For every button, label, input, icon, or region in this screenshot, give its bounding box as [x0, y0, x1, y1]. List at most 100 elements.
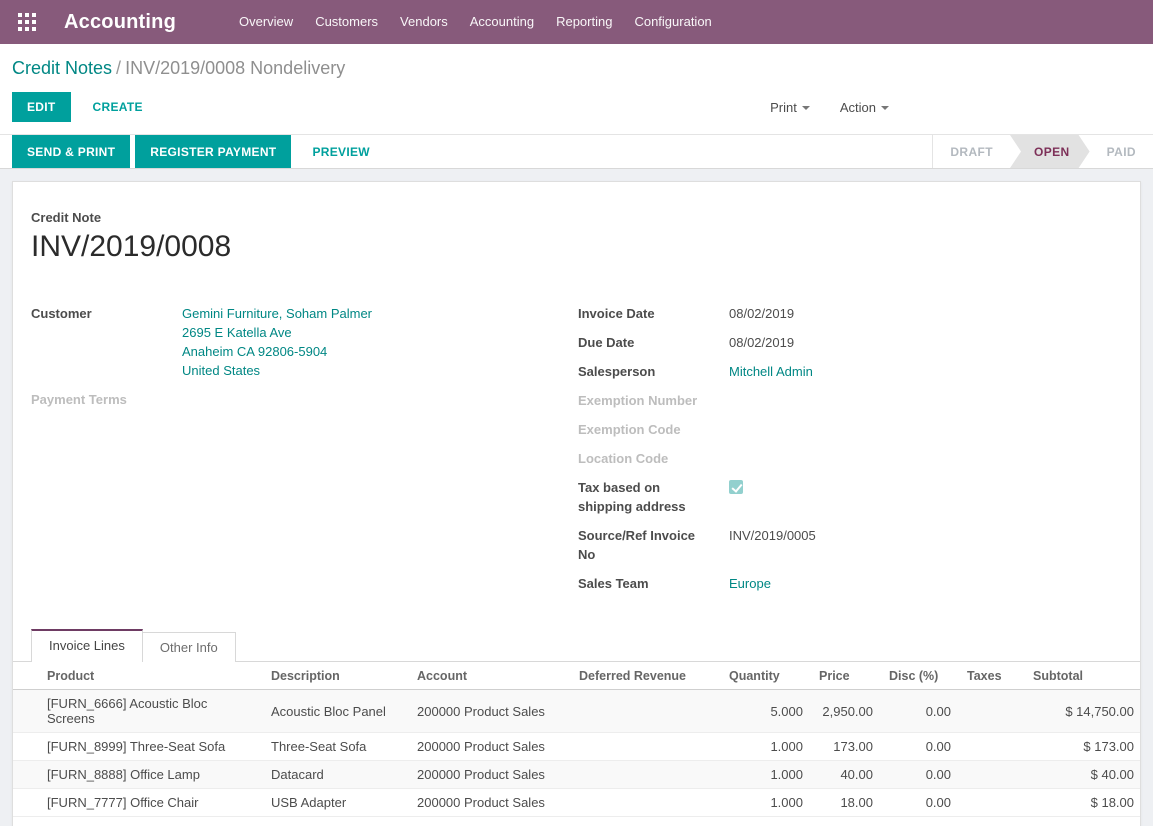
discount-cell: 0.00 [881, 690, 959, 733]
create-button[interactable]: CREATE [89, 92, 147, 122]
salesperson-link[interactable]: Mitchell Admin [729, 362, 813, 381]
col-header-deferred-revenue: Deferred Revenue [571, 662, 721, 690]
doc-type-label: Credit Note [31, 210, 1122, 225]
nav-item-overview[interactable]: Overview [228, 0, 304, 44]
top-navbar: Accounting Overview Customers Vendors Ac… [0, 0, 1153, 44]
description-cell: USB Adapter [263, 789, 409, 817]
taxes-cell [959, 690, 1025, 733]
invoice-date-value: 08/02/2019 [729, 304, 794, 323]
account-cell: 200000 Product Sales [409, 733, 571, 761]
breadcrumb: Credit Notes/INV/2019/0008 Nondelivery [12, 58, 1141, 79]
status-step-open[interactable]: OPEN [1010, 135, 1090, 168]
status-pipeline: DRAFT OPEN PAID [932, 135, 1153, 168]
send-and-print-button[interactable]: SEND & PRINT [12, 135, 130, 168]
field-customer: Customer Gemini Furniture, Soham Palmer … [31, 304, 578, 380]
product-cell: [FURN_7777] Office Chair [13, 789, 263, 817]
breadcrumb-parent-link[interactable]: Credit Notes [12, 58, 112, 78]
price-cell: 173.00 [811, 733, 881, 761]
app-title[interactable]: Accounting [64, 11, 176, 34]
deferred-revenue-cell [571, 789, 721, 817]
tax-shipping-checkbox[interactable] [729, 480, 743, 494]
deferred-revenue-cell [571, 690, 721, 733]
nav-item-customers[interactable]: Customers [304, 0, 389, 44]
discount-cell: 0.00 [881, 733, 959, 761]
nav-item-reporting[interactable]: Reporting [545, 0, 623, 44]
nav-item-accounting[interactable]: Accounting [459, 0, 545, 44]
discount-cell: 0.00 [881, 789, 959, 817]
field-due-date: Due Date 08/02/2019 [578, 333, 1122, 352]
account-cell: 200000 Product Sales [409, 789, 571, 817]
col-header-disc: Disc (%) [881, 662, 959, 690]
subtotal-cell: $ 14,750.00 [1025, 690, 1141, 733]
price-cell: 18.00 [811, 789, 881, 817]
col-header-taxes: Taxes [959, 662, 1025, 690]
nav-item-configuration[interactable]: Configuration [623, 0, 722, 44]
nav-item-vendors[interactable]: Vendors [389, 0, 459, 44]
deferred-revenue-cell [571, 733, 721, 761]
field-salesperson: Salesperson Mitchell Admin [578, 362, 1122, 381]
invoice-line-row[interactable]: [FURN_7777] Office Chair USB Adapter 200… [13, 789, 1141, 817]
col-header-product: Product [13, 662, 263, 690]
register-payment-button[interactable]: REGISTER PAYMENT [135, 135, 291, 168]
breadcrumb-current: INV/2019/0008 Nondelivery [125, 58, 345, 78]
doc-number: INV/2019/0008 [31, 230, 1122, 264]
description-cell: Datacard [263, 761, 409, 789]
customer-name-link[interactable]: Gemini Furniture, Soham Palmer [182, 304, 372, 323]
product-cell: [FURN_8999] Three-Seat Sofa [13, 733, 263, 761]
tab-invoice-lines[interactable]: Invoice Lines [31, 629, 143, 662]
product-cell: [FURN_8888] Office Lamp [13, 761, 263, 789]
sales-team-link[interactable]: Europe [729, 574, 771, 593]
subtotal-cell: $ 18.00 [1025, 789, 1141, 817]
discount-cell: 0.00 [881, 761, 959, 789]
col-header-subtotal: Subtotal [1025, 662, 1141, 690]
edit-button[interactable]: EDIT [12, 92, 71, 122]
subtotal-cell: $ 173.00 [1025, 733, 1141, 761]
field-payment-terms: Payment Terms [31, 390, 578, 409]
field-exemption-number: Exemption Number [578, 391, 1122, 410]
field-location-code: Location Code [578, 449, 1122, 468]
notebook-tabs: Invoice Lines Other Info [13, 629, 1140, 662]
status-step-paid[interactable]: PAID [1090, 135, 1153, 168]
tab-other-info[interactable]: Other Info [142, 632, 236, 662]
document-sheet: Credit Note INV/2019/0008 Customer Gemin… [12, 181, 1141, 826]
taxes-cell [959, 761, 1025, 789]
quantity-cell: 1.000 [721, 733, 811, 761]
control-panel: Credit Notes/INV/2019/0008 Nondelivery E… [0, 44, 1153, 134]
preview-button[interactable]: PREVIEW [296, 135, 385, 168]
invoice-lines-table: Product Description Account Deferred Rev… [13, 662, 1141, 817]
status-step-draft[interactable]: DRAFT [933, 135, 1010, 168]
customer-street-link[interactable]: 2695 E Katella Ave [182, 323, 372, 342]
invoice-line-row[interactable]: [FURN_6666] Acoustic Bloc Screens Acoust… [13, 690, 1141, 733]
col-header-quantity: Quantity [721, 662, 811, 690]
description-cell: Three-Seat Sofa [263, 733, 409, 761]
source-ref-value: INV/2019/0005 [729, 526, 816, 564]
invoice-line-row[interactable]: [FURN_8888] Office Lamp Datacard 200000 … [13, 761, 1141, 789]
field-tax-shipping: Tax based on shipping address [578, 478, 1122, 516]
main-menu: Overview Customers Vendors Accounting Re… [228, 0, 723, 44]
col-header-price: Price [811, 662, 881, 690]
customer-city-link[interactable]: Anaheim CA 92806-5904 [182, 342, 372, 361]
product-cell: [FURN_6666] Acoustic Bloc Screens [13, 690, 263, 733]
caret-down-icon [881, 106, 889, 110]
description-cell: Acoustic Bloc Panel [263, 690, 409, 733]
breadcrumb-separator: / [112, 58, 125, 78]
invoice-line-row[interactable]: [FURN_8999] Three-Seat Sofa Three-Seat S… [13, 733, 1141, 761]
quantity-cell: 5.000 [721, 690, 811, 733]
payment-terms-label: Payment Terms [31, 390, 182, 409]
field-source-ref: Source/Ref Invoice No INV/2019/0005 [578, 526, 1122, 564]
caret-down-icon [802, 106, 810, 110]
apps-grid-icon[interactable] [18, 13, 37, 32]
field-sales-team: Sales Team Europe [578, 574, 1122, 593]
action-dropdown[interactable]: Action [840, 100, 889, 115]
customer-label: Customer [31, 304, 182, 380]
customer-country-link[interactable]: United States [182, 361, 372, 380]
customer-address: Gemini Furniture, Soham Palmer 2695 E Ka… [182, 304, 372, 380]
field-exemption-code: Exemption Code [578, 420, 1122, 439]
taxes-cell [959, 733, 1025, 761]
col-header-description: Description [263, 662, 409, 690]
account-cell: 200000 Product Sales [409, 690, 571, 733]
print-dropdown[interactable]: Print [770, 100, 810, 115]
taxes-cell [959, 789, 1025, 817]
subtotal-cell: $ 40.00 [1025, 761, 1141, 789]
deferred-revenue-cell [571, 761, 721, 789]
